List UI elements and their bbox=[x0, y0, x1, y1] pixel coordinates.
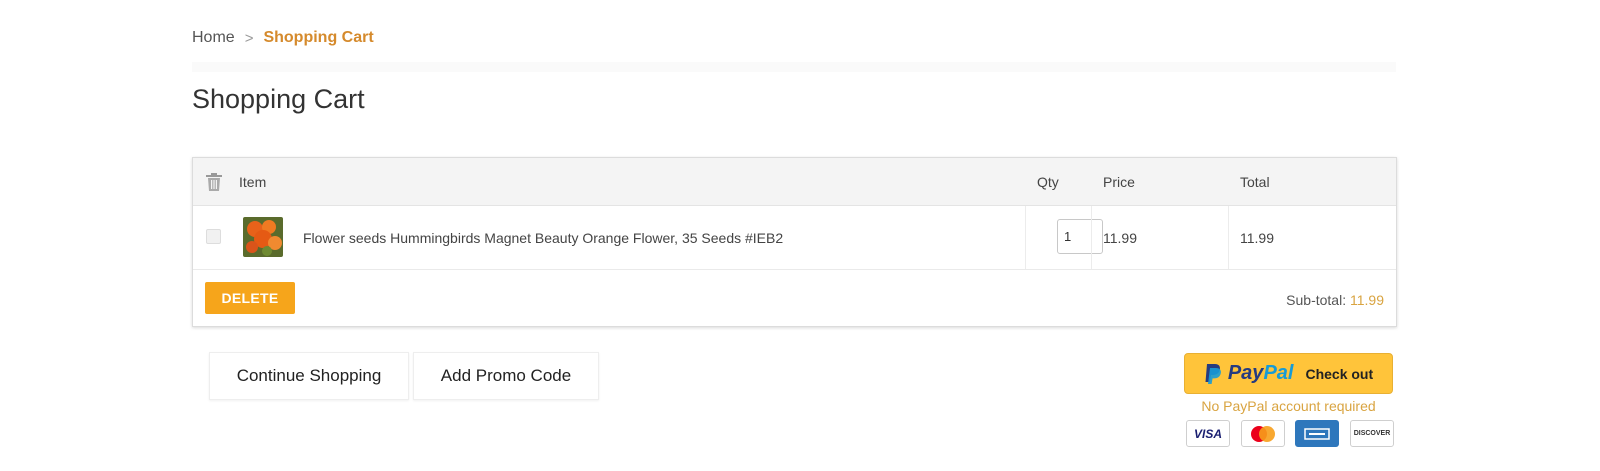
cart-row: Flower seeds Hummingbirds Magnet Beauty … bbox=[193, 206, 1396, 270]
cart-item-name[interactable]: Flower seeds Hummingbirds Magnet Beauty … bbox=[303, 230, 783, 246]
trash-icon bbox=[206, 173, 222, 191]
amex-card-icon bbox=[1295, 420, 1340, 447]
column-header-item: Item bbox=[239, 174, 267, 190]
paypal-wordmark-pay: Pay bbox=[1227, 362, 1264, 384]
paypal-note: No PayPal account required bbox=[1201, 398, 1376, 414]
subtotal: Sub-total: 11.99 bbox=[1286, 292, 1384, 308]
column-header-price: Price bbox=[1103, 174, 1135, 190]
mastercard-card-icon bbox=[1240, 420, 1285, 447]
item-price: 11.99 bbox=[1103, 230, 1137, 246]
visa-card-icon: VISA bbox=[1186, 420, 1230, 447]
cell-divider bbox=[1091, 206, 1092, 269]
breadcrumb-separator: > bbox=[244, 29, 254, 47]
add-promo-code-button[interactable]: Add Promo Code bbox=[413, 352, 599, 400]
paypal-checkout-button[interactable]: PayPal Check out bbox=[1184, 353, 1393, 394]
item-total: 11.99 bbox=[1240, 230, 1274, 246]
column-header-total: Total bbox=[1240, 174, 1270, 190]
quantity-input[interactable] bbox=[1057, 219, 1103, 254]
page-title: Shopping Cart bbox=[192, 84, 365, 114]
breadcrumb: Home > Shopping Cart bbox=[192, 29, 374, 47]
delete-button[interactable]: DELETE bbox=[205, 282, 295, 314]
paypal-checkout-label: Check out bbox=[1305, 365, 1374, 382]
subtotal-value: 11.99 bbox=[1350, 292, 1384, 308]
cell-divider bbox=[1228, 206, 1229, 269]
cart-table: Item Qty Price Total Flower seeds Hummin… bbox=[192, 157, 1397, 327]
cart-actions: Continue Shopping Add Promo Code bbox=[209, 352, 603, 400]
paypal-logo-icon bbox=[1204, 363, 1222, 385]
breadcrumb-home-link[interactable]: Home bbox=[192, 29, 235, 47]
cart-table-header: Item Qty Price Total bbox=[193, 158, 1396, 206]
cell-divider bbox=[1025, 206, 1026, 269]
continue-shopping-button[interactable]: Continue Shopping bbox=[209, 352, 409, 400]
discover-card-icon: DISCOVER bbox=[1349, 420, 1394, 447]
header-divider bbox=[192, 62, 1396, 72]
breadcrumb-current: Shopping Cart bbox=[263, 29, 374, 46]
subtotal-label: Sub-total: bbox=[1286, 292, 1347, 308]
payment-cards: VISA DISCOVER bbox=[1186, 420, 1394, 447]
row-select-checkbox[interactable] bbox=[206, 229, 221, 244]
paypal-wordmark-pal: Pal bbox=[1263, 362, 1294, 384]
product-thumbnail[interactable] bbox=[243, 217, 283, 257]
paypal-wordmark: PayPal bbox=[1228, 362, 1294, 385]
column-header-qty: Qty bbox=[1037, 174, 1059, 190]
